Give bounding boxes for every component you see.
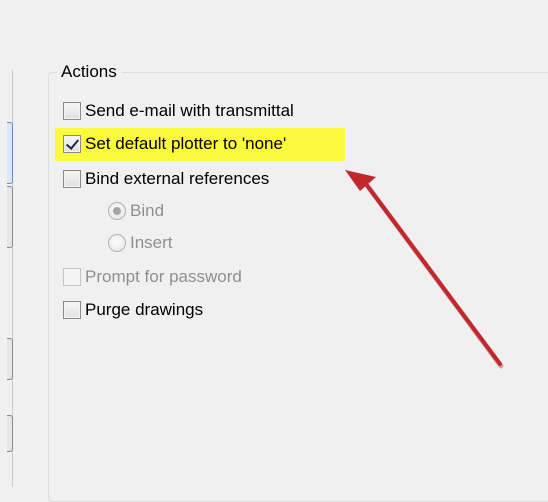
send-email-label: Send e-mail with transmittal <box>85 101 294 120</box>
set-plotter-option[interactable]: Set default plotter to 'none' <box>63 132 286 156</box>
adjacent-control-edge-2 <box>7 338 13 380</box>
set-plotter-checkbox[interactable] <box>63 135 81 153</box>
purge-drawings-checkbox[interactable] <box>63 301 81 319</box>
adjacent-tab-edge <box>7 122 13 184</box>
prompt-password-checkbox <box>63 268 81 286</box>
purge-drawings-label: Purge drawings <box>85 300 204 319</box>
prompt-password-label: Prompt for password <box>85 267 242 286</box>
bind-radio <box>108 202 126 220</box>
insert-radio-option: Insert <box>108 231 173 255</box>
purge-drawings-option[interactable]: Purge drawings <box>63 298 203 322</box>
insert-radio-label: Insert <box>130 233 173 252</box>
bind-xrefs-option[interactable]: Bind external references <box>63 167 269 191</box>
send-email-checkbox[interactable] <box>63 102 81 120</box>
set-plotter-label: Set default plotter to 'none' <box>85 134 287 153</box>
bind-radio-option: Bind <box>108 199 164 223</box>
bind-radio-label: Bind <box>130 201 165 220</box>
prompt-password-option: Prompt for password <box>63 265 242 289</box>
actions-group-title: Actions <box>57 62 122 82</box>
insert-radio <box>108 234 126 252</box>
bind-xrefs-checkbox[interactable] <box>63 170 81 188</box>
bind-xrefs-label: Bind external references <box>85 169 270 188</box>
adjacent-control-edge <box>7 186 13 248</box>
adjacent-control-edge-3 <box>7 415 13 452</box>
send-email-option[interactable]: Send e-mail with transmittal <box>63 99 294 123</box>
